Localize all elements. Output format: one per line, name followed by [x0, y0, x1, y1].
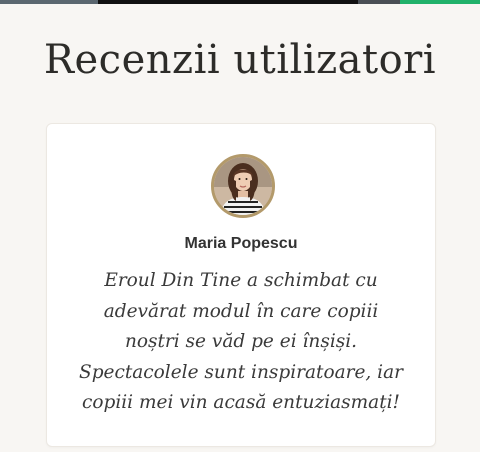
top-bar-segment-mid	[358, 0, 400, 4]
reviewer-name: Maria Popescu	[184, 235, 298, 252]
section-title: Recenzii utilizatori	[43, 37, 437, 83]
top-bar-segment-accent	[400, 0, 480, 4]
review-card: Maria Popescu Eroul Din Tine a schimbat …	[46, 123, 436, 447]
review-quote: Eroul Din Tine a schimbat cu adevărat mo…	[79, 270, 403, 413]
browser-top-bar	[0, 0, 480, 4]
top-bar-segment-left	[0, 0, 98, 4]
reviewer-avatar	[211, 154, 275, 218]
user-photo-avatar-icon	[214, 157, 272, 215]
